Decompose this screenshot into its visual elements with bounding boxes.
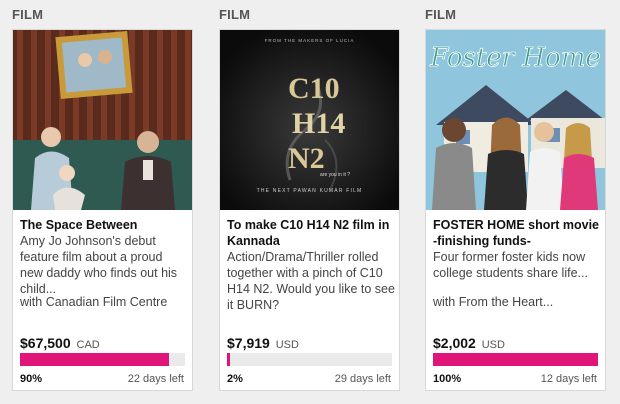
days-left: 29 days left [334,373,391,385]
project-title[interactable]: The Space Between [20,217,188,233]
category-label[interactable]: FILM [219,0,400,28]
funding-progress-fill [433,353,598,366]
amount-value: $7,919 [227,335,270,351]
poster-formula-line-3: N2 [288,142,325,175]
project-title[interactable]: To make C10 H14 N2 film in Kannada [227,217,395,249]
project-card-c10h14n2[interactable]: FROM THE MAKERS OF LUCIA C10 H14 N2 are … [219,29,400,391]
funding-progress-bar [433,353,598,366]
project-column-2: FILM FROM THE MAKERS OF LUCIA C10 H14 N2… [219,0,400,391]
days-left: 12 days left [540,373,597,385]
funded-percent: 100% [433,373,462,385]
poster-tagline: are you in it ? [320,172,350,178]
amount-raised: $7,919 USD [227,335,299,351]
funding-progress-fill [227,353,231,366]
amount-raised: $2,002 USD [433,335,505,351]
project-blurb: Four former foster kids now college stud… [433,250,588,280]
currency-code: USD [481,339,505,351]
category-label[interactable]: FILM [12,0,193,28]
project-image-c10h14n2[interactable]: FROM THE MAKERS OF LUCIA C10 H14 N2 are … [220,30,399,210]
days-left: 22 days left [127,373,184,385]
project-image-space-between[interactable] [13,30,192,210]
currency-code: USD [275,339,299,351]
group-photo: Foster Home [426,30,605,210]
funding-progress-bar [227,353,392,366]
amount-raised: $67,500 CAD [20,335,100,351]
project-column-1: FILM The Space Between Amy Jo Johnson's … [12,0,193,391]
poster-top-text: FROM THE MAKERS OF LUCIA [265,38,355,43]
poster-formula-line-1: C10 [288,72,340,105]
project-title[interactable]: FOSTER HOME short movie -finishing funds… [433,217,601,249]
funded-percent: 2% [227,373,243,385]
project-blurb: Amy Jo Johnson's debut feature film abou… [20,234,178,296]
amount-value: $67,500 [20,335,71,351]
category-label[interactable]: FILM [425,0,606,28]
family-portrait-photo [13,30,192,210]
project-partner: with From the Heart... [433,295,554,309]
funding-progress-bar [20,353,185,366]
project-card-space-between[interactable]: The Space Between Amy Jo Johnson's debut… [12,29,193,391]
currency-code: CAD [76,339,100,351]
poster-bottom-text: THE NEXT PAWAN KUMAR FILM [257,188,363,194]
overlay-title: Foster Home [429,43,601,73]
amount-value: $2,002 [433,335,476,351]
project-blurb: Action/Drama/Thriller rolled together wi… [227,250,395,312]
project-image-foster-home[interactable]: Foster Home [426,30,605,210]
movie-poster: FROM THE MAKERS OF LUCIA C10 H14 N2 are … [220,30,399,210]
poster-formula-line-2: H14 [292,107,345,140]
funding-progress-fill [20,353,169,366]
project-partner: with Canadian Film Centre [20,295,168,309]
funded-percent: 90% [20,373,43,385]
project-card-foster-home[interactable]: Foster Home FOSTER HOME short movie -fin… [425,29,606,391]
project-column-3: FILM Foster Home FOSTER HOME short movie… [425,0,606,391]
